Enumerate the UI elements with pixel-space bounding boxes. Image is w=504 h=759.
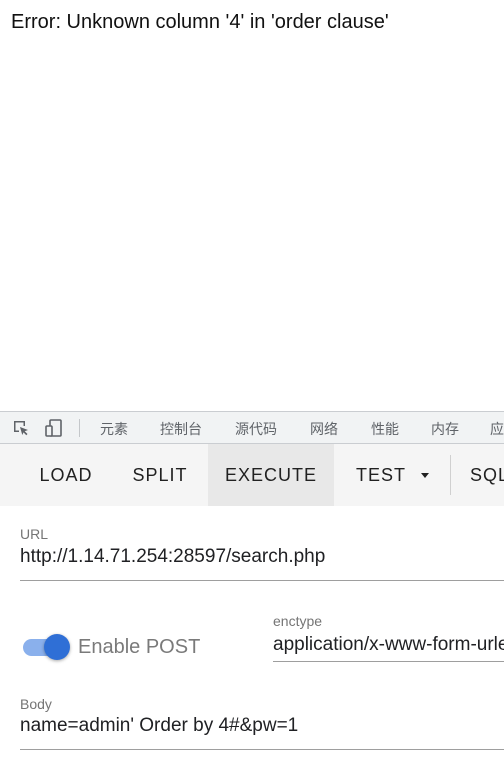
sql-menu-button[interactable]: SQL [470,444,504,506]
enable-post-toggle-thumb[interactable] [44,634,70,660]
url-input[interactable]: http://1.14.71.254:28597/search.php [20,546,504,581]
tab-network[interactable]: 网络 [310,419,338,439]
url-label: URL [20,526,49,542]
tab-elements[interactable]: 元素 [100,419,128,439]
tab-memory[interactable]: 内存 [431,419,459,439]
tab-sources[interactable]: 源代码 [235,419,277,439]
hackbar-toolbar: LOAD SPLIT EXECUTE TEST SQL [0,444,504,506]
body-label: Body [20,696,52,712]
split-button[interactable]: SPLIT [118,444,202,506]
device-toolbar-icon[interactable] [44,418,64,438]
chevron-down-icon [421,473,429,478]
test-menu-label: TEST [356,465,407,485]
enable-post-label: Enable POST [78,636,201,658]
devtools-tab-bar: 元素 控制台 源代码 网络 性能 内存 应 [0,411,504,444]
toolbar-divider [79,419,80,437]
toolbar-divider [450,455,451,495]
execute-button[interactable]: EXECUTE [208,444,334,506]
tab-application[interactable]: 应 [490,419,504,439]
enctype-label: enctype [273,613,323,629]
body-input[interactable]: name=admin' Order by 4#&pw=1 [20,715,504,750]
enctype-select[interactable]: application/x-www-form-urlencoded [273,634,504,662]
test-menu-button[interactable]: TEST [340,444,446,506]
error-message: Error: Unknown column '4' in 'order clau… [11,11,389,33]
tab-console[interactable]: 控制台 [160,419,202,439]
inspect-element-icon[interactable] [11,418,31,438]
load-button[interactable]: LOAD [22,444,110,506]
tab-performance[interactable]: 性能 [371,419,399,439]
